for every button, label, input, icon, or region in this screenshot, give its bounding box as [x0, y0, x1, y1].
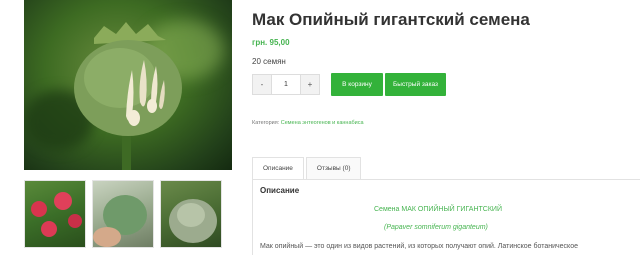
description-latin-name: (Papaver somniferum giganteum)	[384, 224, 488, 231]
product-price: грн. 95,00	[252, 38, 290, 47]
tab-description[interactable]: Описание	[252, 157, 304, 180]
thumbnail-red-poppies[interactable]	[24, 180, 86, 248]
tab-panel-border	[252, 179, 253, 255]
large-pod-picture	[169, 199, 217, 243]
product-title: Мак Опийный гигантский семена	[252, 10, 530, 29]
description-body-text: Мак опийный — это один из видов растений…	[260, 243, 578, 250]
quantity-increase-button[interactable]: +	[301, 75, 319, 94]
quick-order-button[interactable]: Быстрый заказ	[385, 73, 446, 96]
poppy-pod-illustration	[74, 22, 182, 170]
thumbnail-large-pod[interactable]	[160, 180, 222, 248]
quantity-input[interactable]: 1	[271, 75, 301, 94]
description-seed-name: Семена МАК ОПИЙНЫЙ ГИГАНТСКИЙ	[374, 206, 502, 213]
quantity-decrease-button[interactable]: -	[253, 75, 271, 94]
pod-in-hand-picture	[93, 195, 147, 247]
quantity-stepper: - 1 +	[252, 74, 320, 95]
category-link[interactable]: Семена энтеогенов и каннабиса	[281, 120, 364, 126]
product-main-image[interactable]	[24, 0, 232, 170]
red-poppies-picture	[31, 192, 82, 237]
seed-count: 20 семян	[252, 57, 286, 66]
tab-reviews[interactable]: Отзывы (0)	[305, 157, 362, 180]
add-to-cart-button[interactable]: В корзину	[331, 73, 383, 96]
thumbnail-pod-in-hand[interactable]	[92, 180, 154, 248]
description-heading: Описание	[260, 186, 300, 195]
product-category: Категория: Семена энтеогенов и каннабиса	[252, 120, 364, 126]
category-label: Категория:	[252, 120, 280, 126]
tabs-divider	[252, 179, 640, 180]
product-tabs: Описание Отзывы (0)	[252, 157, 362, 180]
